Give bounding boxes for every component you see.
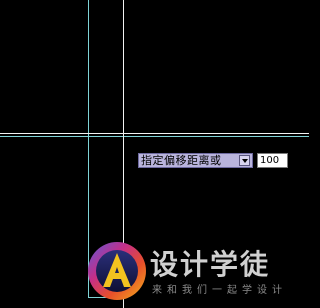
dropdown-arrow-icon[interactable]	[239, 155, 250, 166]
cyan-horizontal-line	[0, 136, 309, 137]
watermark-subtitle: 来和我们一起学设计	[152, 285, 287, 296]
dynamic-input-prompt: 指定偏移距离或	[138, 153, 253, 168]
watermark-title: 设计学徒	[150, 248, 271, 281]
drawing-area[interactable]: 指定偏移距离或 100 设计学徒 来和我们一起学设计	[0, 0, 309, 308]
watermark: 设计学徒 来和我们一起学设计	[86, 240, 301, 304]
dynamic-input-prompt-text: 指定偏移距离或	[141, 154, 222, 167]
circle-a-logo-icon	[88, 242, 146, 300]
crosshair-horizontal-line	[0, 133, 309, 134]
offset-distance-input[interactable]: 100	[257, 153, 288, 168]
